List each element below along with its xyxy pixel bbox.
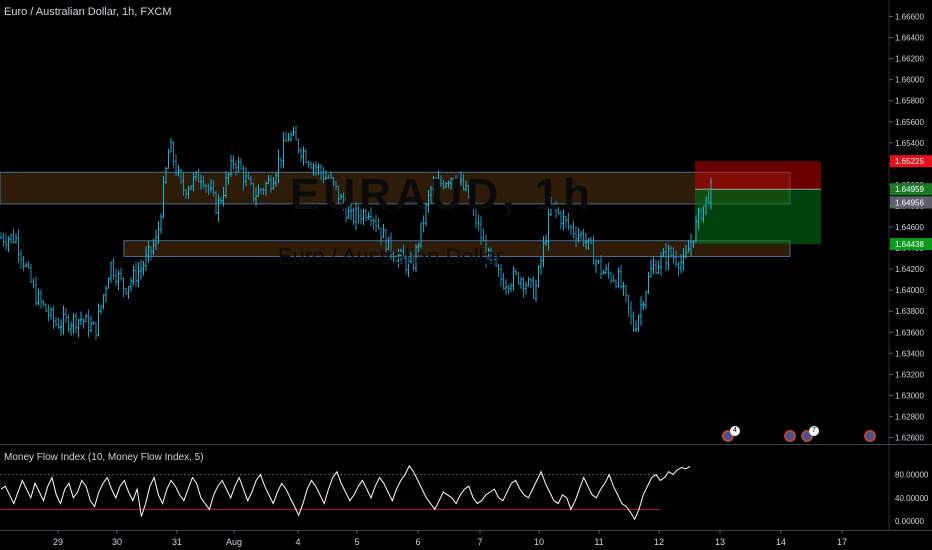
- mfi-tick-label: 40.00000: [895, 494, 929, 503]
- time-tick-label: 10: [534, 537, 544, 547]
- event-marker-icon[interactable]: [784, 430, 796, 442]
- mfi-tick-label: 0.00000: [895, 517, 924, 526]
- mfi-line: [0, 464, 691, 521]
- stop-loss-zone: [695, 161, 821, 190]
- price-tag-label: 1.64438: [895, 240, 924, 249]
- symbol-watermark: EURAUD, 1h: [290, 170, 595, 219]
- time-tick-label: Aug: [226, 537, 242, 547]
- price-tick-label: 1.65800: [895, 97, 924, 106]
- price-tick-label: 1.62800: [895, 412, 924, 421]
- chart-canvas[interactable]: 1.66600 1.66400 1.66200 1.66000 1.65800 1.656…: [0, 0, 932, 550]
- price-tick-label: 1.63000: [895, 391, 924, 400]
- price-tick-label: 1.63400: [895, 349, 924, 358]
- time-tick-label: 11: [594, 537, 603, 547]
- price-tick-label: 1.63600: [895, 328, 924, 337]
- take-profit-zone: [695, 189, 821, 245]
- time-tick-label: 7: [477, 537, 482, 547]
- event-marker-icon[interactable]: [864, 430, 876, 442]
- time-tick-label: 29: [53, 537, 63, 547]
- chart-title: Euro / Australian Dollar, 1h, FXCM: [4, 6, 172, 18]
- price-tick-label: 1.63200: [895, 370, 924, 379]
- time-tick-label: 5: [354, 537, 359, 547]
- event-count-badge: 4: [730, 426, 740, 436]
- time-tick-label: 4: [295, 537, 300, 547]
- time-tick-label: 31: [172, 537, 182, 547]
- time-tick-label: 12: [654, 537, 664, 547]
- time-tick-label: 6: [415, 537, 420, 547]
- price-tick-label: 1.64200: [895, 265, 924, 274]
- mfi-tick-label: 80.00000: [895, 471, 929, 480]
- price-tick-label: 1.65400: [895, 139, 924, 148]
- price-bars: [0, 125, 713, 341]
- price-tick-label: 1.66200: [895, 55, 924, 64]
- price-tick-label: 1.64600: [895, 223, 924, 232]
- price-tick-label: 1.65600: [895, 118, 924, 127]
- price-tick-label: 1.66600: [895, 13, 924, 22]
- event-count-badge: 7: [809, 426, 819, 436]
- time-tick-label: 13: [715, 537, 725, 547]
- indicator-title: Money Flow Index (10, Money Flow Index, …: [4, 452, 204, 463]
- time-tick-label: 30: [112, 537, 122, 547]
- price-tick-label: 1.63800: [895, 307, 924, 316]
- price-tick-label: 1.62600: [895, 434, 924, 443]
- time-tick-label: 14: [776, 537, 786, 547]
- price-tick-label: 1.66400: [895, 34, 924, 43]
- price-tag-label: 1.65225: [895, 157, 924, 166]
- price-tag-label: 1.64959: [895, 185, 924, 194]
- name-watermark: Euro / Australian Dollar: [278, 244, 503, 269]
- price-tag-label: 1.64956: [895, 199, 924, 208]
- price-tick-label: 1.66000: [895, 76, 924, 85]
- price-tick-label: 1.64000: [895, 286, 924, 295]
- time-tick-label: 17: [837, 537, 847, 547]
